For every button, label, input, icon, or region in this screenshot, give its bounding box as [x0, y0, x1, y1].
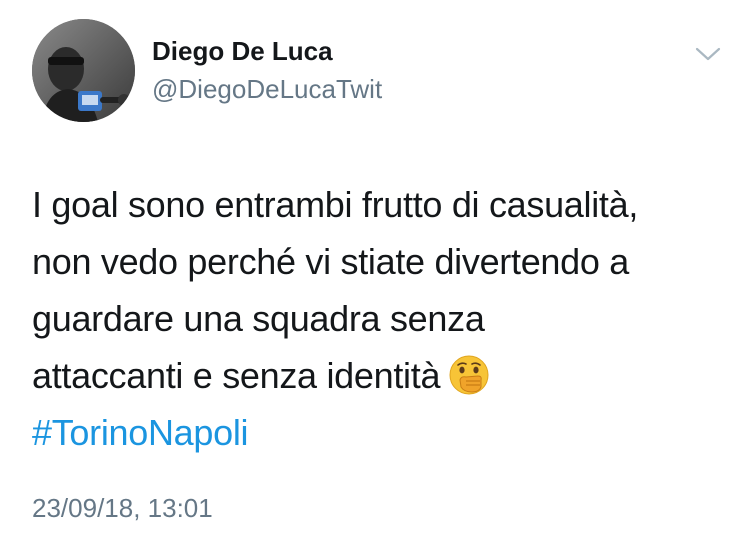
user-handle[interactable]: @DiegoDeLucaTwit [152, 74, 382, 105]
face-with-hand-over-mouth-icon [448, 354, 490, 396]
tweet-card: Diego De Luca @DiegoDeLucaTwit I goal so… [0, 0, 750, 551]
display-name[interactable]: Diego De Luca [152, 36, 333, 67]
tweet-text-line-with-emoji: attaccanti e senza identità [32, 347, 732, 404]
tweet-text-line: I goal sono entrambi frutto di casualità… [32, 184, 639, 225]
avatar[interactable] [32, 19, 135, 122]
tweet-text-line: non vedo perché vi stiate divertendo a [32, 241, 629, 282]
tweet-text-line: attaccanti e senza identità [32, 355, 441, 396]
tweet-timestamp[interactable]: 23/09/18, 13:01 [32, 493, 213, 524]
chevron-down-icon[interactable] [694, 44, 722, 64]
tweet-text-line: guardare una squadra senza [32, 298, 485, 339]
profile-photo-icon [32, 19, 135, 122]
hashtag-link[interactable]: #TorinoNapoli [32, 404, 732, 461]
tweet-text: I goal sono entrambi frutto di casualità… [32, 176, 732, 461]
